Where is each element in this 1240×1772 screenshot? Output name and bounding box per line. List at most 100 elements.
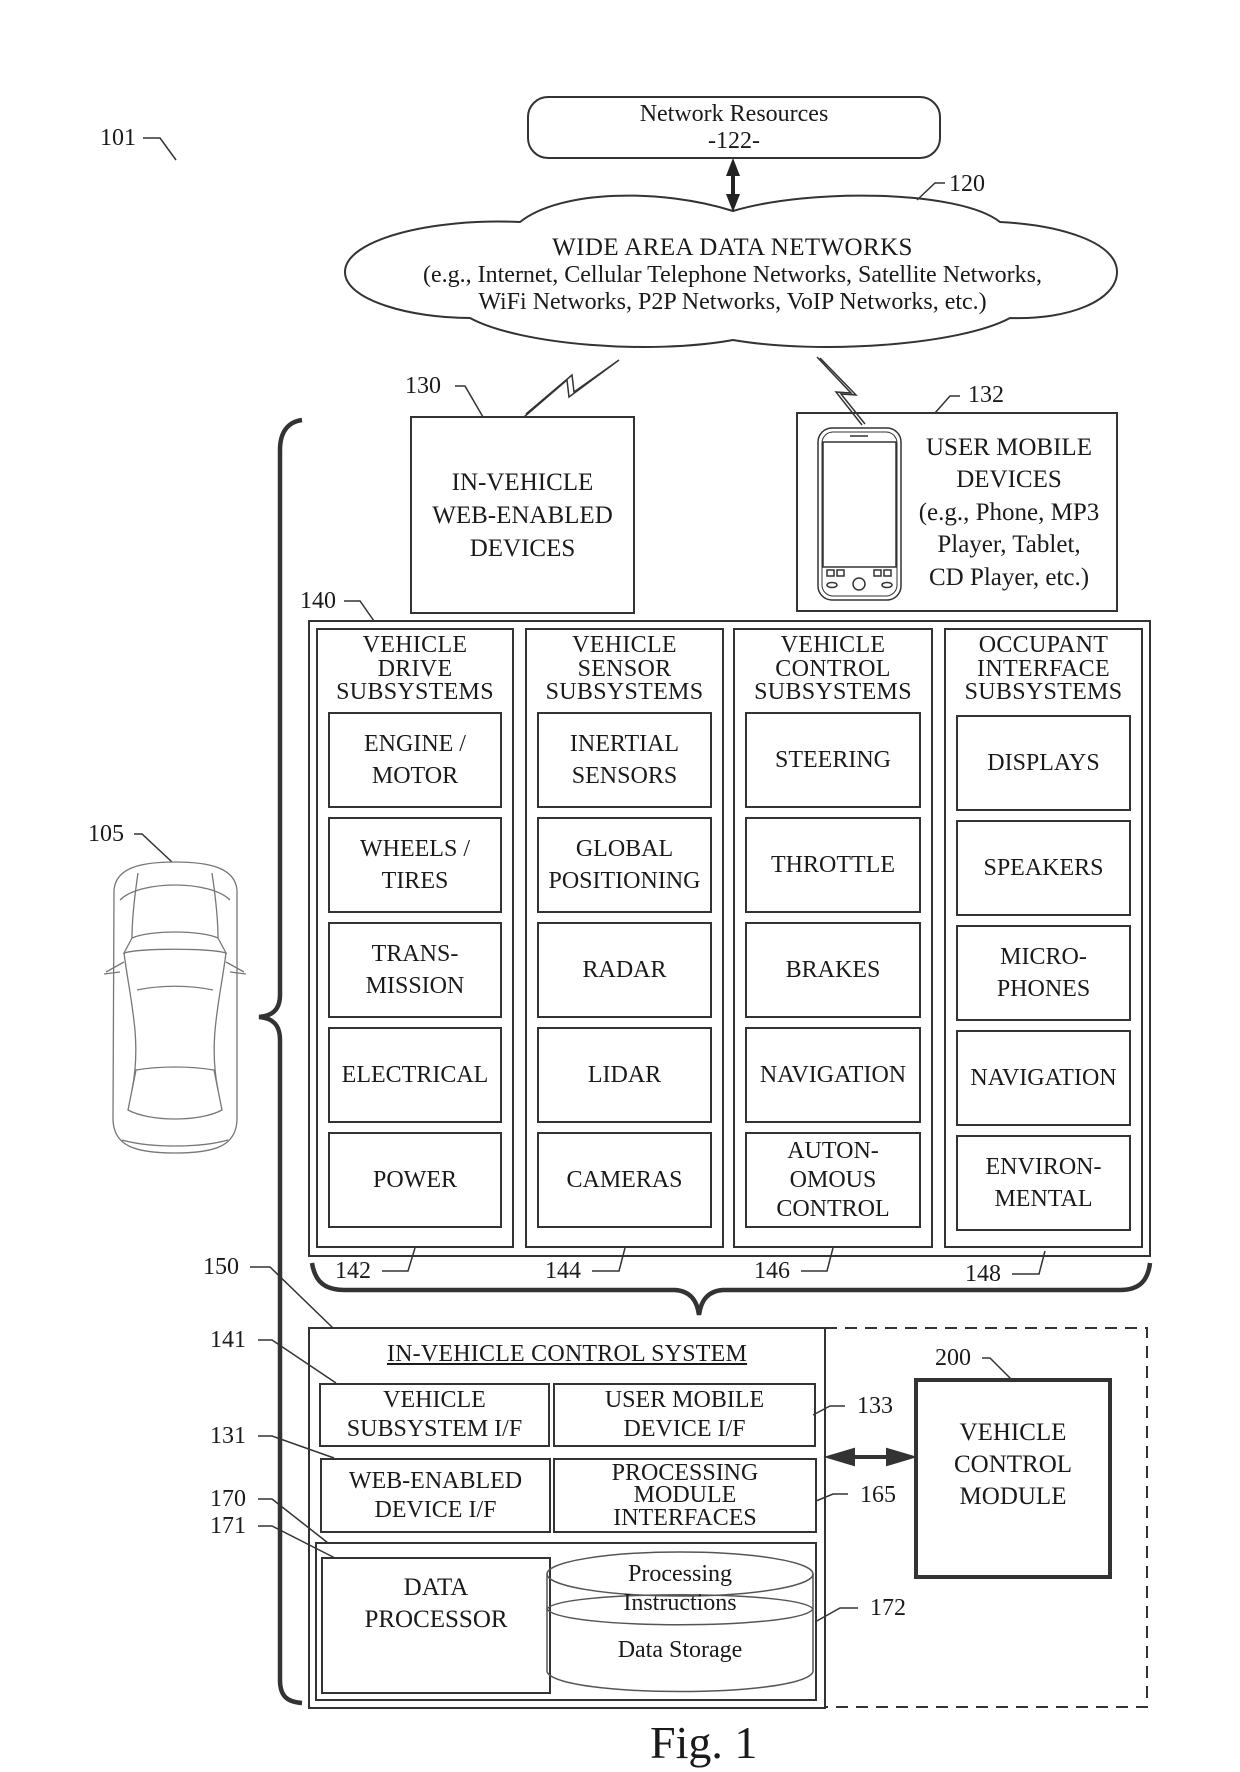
ref-141: 141: [210, 1327, 246, 1353]
leader-200: [982, 1357, 1013, 1381]
network-resources-title: Network Resources: [639, 101, 829, 128]
subsystem-item-label: THROTTLE: [771, 852, 895, 878]
wide-area-networks[interactable]: WIDE AREA DATA NETWORKS (e.g., Internet,…: [360, 234, 1105, 316]
ref-165: 165: [860, 1482, 896, 1508]
vehicle-subsystem-if[interactable]: VEHICLE SUBSYSTEM I/F: [319, 1383, 550, 1447]
subsystem-item[interactable]: POWER: [328, 1132, 502, 1228]
subsystem-item-label: GLOBAL POSITIONING: [548, 836, 701, 894]
subsystem-item-label: SPEAKERS: [983, 855, 1104, 881]
wan-examples-line2: WiFi Networks, P2P Networks, VoIP Networ…: [478, 289, 987, 315]
subsystem-item[interactable]: MICRO- PHONES: [956, 925, 1131, 1021]
subsystem-column-occupant[interactable]: OCCUPANT INTERFACE SUBSYSTEMS DISPLAYS SPE…: [944, 628, 1143, 1248]
vehicle-control-module[interactable]: VEHICLE CONTROL MODULE: [916, 1380, 1110, 1550]
subsystem-item-label: NAVIGATION: [759, 1062, 907, 1088]
ref-146: 146: [754, 1258, 790, 1284]
leader-132: [934, 395, 960, 414]
subsystem-item-label: BRAKES: [785, 957, 881, 983]
subsystem-item[interactable]: ENGINE / MOTOR: [328, 712, 502, 808]
mobile-phone-icon: [817, 427, 902, 601]
ref-200: 200: [935, 1345, 971, 1371]
processing-module-interfaces[interactable]: PROCESSING MODULE INTERFACES: [553, 1458, 817, 1533]
subsystem-item-label: TRANS- MISSION: [365, 941, 465, 999]
ref-148: 148: [965, 1261, 1001, 1287]
subsystem-item[interactable]: THROTTLE: [745, 817, 921, 913]
data-processor[interactable]: DATA PROCESSOR: [322, 1572, 550, 1636]
subsystem-column-title: OCCUPANT INTERFACE SUBSYSTEMS: [964, 632, 1123, 706]
subsystem-item[interactable]: DISPLAYS: [956, 715, 1131, 811]
web-enabled-device-if[interactable]: WEB-ENABLED DEVICE I/F: [320, 1458, 551, 1533]
wan-title: WIDE AREA DATA NETWORKS: [552, 234, 913, 261]
subsystem-item-label: ENVIRON- MENTAL: [985, 1154, 1102, 1212]
leader-150: [250, 1266, 334, 1329]
subsystem-item[interactable]: SPEAKERS: [956, 820, 1131, 916]
subsystem-item[interactable]: CAMERAS: [537, 1132, 712, 1228]
network-resources[interactable]: Network Resources -122-: [528, 97, 940, 158]
ref-142: 142: [335, 1258, 371, 1284]
processing-module-interfaces-label: PROCESSING MODULE INTERFACES: [611, 1460, 759, 1531]
leader-130: [455, 385, 484, 418]
subsystem-item-label: ELECTRICAL: [341, 1062, 489, 1088]
subsystem-item[interactable]: NAVIGATION: [956, 1030, 1131, 1126]
ref-133: 133: [857, 1393, 893, 1419]
leader-148: [1012, 1250, 1046, 1275]
subsystem-item-label: MICRO- PHONES: [996, 944, 1091, 1002]
subsystem-item-label: DISPLAYS: [987, 750, 1100, 776]
subsystem-column-title: VEHICLE CONTROL SUBSYSTEMS: [754, 632, 912, 706]
subsystem-item-label: LIDAR: [587, 1062, 662, 1088]
ref-171: 171: [210, 1513, 246, 1539]
subsystem-column-title: VEHICLE DRIVE SUBSYSTEMS: [336, 632, 494, 706]
subsystem-item[interactable]: AUTON- OMOUS CONTROL: [745, 1132, 921, 1228]
subsystem-item-label: POWER: [373, 1167, 457, 1193]
user-mobile-device-if[interactable]: USER MOBILE DEVICE I/F: [553, 1383, 816, 1447]
data-processor-label: DATA PROCESSOR: [364, 1574, 508, 1633]
leader-140: [344, 600, 375, 622]
wan-examples-line1: (e.g., Internet, Cellular Telephone Netw…: [422, 262, 1043, 288]
leader-146: [801, 1247, 834, 1272]
ref-140: 140: [300, 588, 336, 614]
data-storage[interactable]: Processing Instructions Data Storage: [547, 1560, 813, 1662]
ref-130: 130: [405, 373, 441, 399]
ref-150: 150: [203, 1254, 239, 1280]
wireless-link-132-icon: [816, 356, 866, 426]
web-enabled-device-if-label: WEB-ENABLED DEVICE I/F: [348, 1467, 523, 1523]
subsystem-item[interactable]: BRAKES: [745, 922, 921, 1018]
vehicle-subsystem-if-label: VEHICLE SUBSYSTEM I/F: [346, 1387, 523, 1442]
subsystem-item-label: ENGINE / MOTOR: [364, 731, 466, 789]
leader-142: [382, 1247, 416, 1272]
subsystem-item[interactable]: RADAR: [537, 922, 712, 1018]
subsystem-column-title: VEHICLE SENSOR SUBSYSTEMS: [545, 632, 704, 706]
subsystem-item[interactable]: LIDAR: [537, 1027, 712, 1123]
subsystem-item[interactable]: INERTIAL SENSORS: [537, 712, 712, 808]
user-mobile-devices[interactable]: USER MOBILE DEVICES (e.g., Phone, MP3 Pl…: [905, 417, 1113, 609]
data-storage-mid-label: Instructions: [623, 1590, 737, 1616]
leader-133: [812, 1405, 845, 1416]
subsystem-item[interactable]: ENVIRON- MENTAL: [956, 1135, 1131, 1231]
ref-101: 101: [100, 125, 136, 151]
subsystem-item-label: AUTON- OMOUS CONTROL: [776, 1137, 890, 1222]
subsystem-item[interactable]: GLOBAL POSITIONING: [537, 817, 712, 913]
web-enabled-devices[interactable]: IN-VEHICLE WEB-ENABLED DEVICES: [411, 417, 634, 613]
subsystem-column-sensor[interactable]: VEHICLE SENSOR SUBSYSTEMS INERTIAL SENSOR…: [525, 628, 724, 1248]
module-link-arrow-left-head: [823, 1447, 855, 1467]
subsystem-item[interactable]: STEERING: [745, 712, 921, 808]
subsystem-item[interactable]: WHEELS / TIRES: [328, 817, 502, 913]
leader-144: [592, 1247, 626, 1272]
subsystem-item[interactable]: ELECTRICAL: [328, 1027, 502, 1123]
network-resources-ref: -122-: [708, 127, 760, 154]
ref-131: 131: [210, 1423, 246, 1449]
subsystem-column-drive[interactable]: VEHICLE DRIVE SUBSYSTEMS ENGINE / MOTOR WH…: [316, 628, 514, 1248]
subsystem-item-label: STEERING: [775, 747, 891, 773]
subsystem-column-control[interactable]: VEHICLE CONTROL SUBSYSTEMS STEERING THROTT…: [733, 628, 933, 1248]
wireless-link-130-icon: [523, 359, 620, 418]
subsystem-item[interactable]: NAVIGATION: [745, 1027, 921, 1123]
subsystem-item-label: CAMERAS: [566, 1167, 683, 1193]
network-link-arrow: [726, 158, 740, 212]
subsystem-item-label: RADAR: [582, 957, 667, 983]
subsystem-item[interactable]: TRANS- MISSION: [328, 922, 502, 1018]
subsystem-item-label: INERTIAL SENSORS: [569, 731, 680, 789]
data-storage-bottom-label: Data Storage: [617, 1637, 743, 1663]
control-system-title: IN-VEHICLE CONTROL SYSTEM: [386, 1341, 748, 1367]
subsystem-item-label: NAVIGATION: [970, 1065, 1117, 1091]
data-storage-top-label: Processing: [628, 1561, 732, 1587]
leader-101: [143, 137, 177, 161]
